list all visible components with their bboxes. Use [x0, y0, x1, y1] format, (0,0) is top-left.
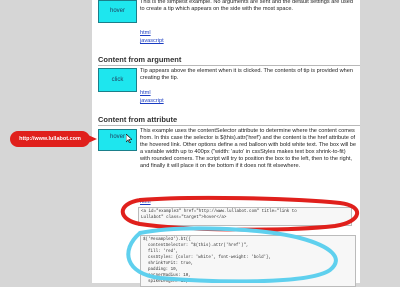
javascript-link[interactable]: javascript	[140, 98, 164, 104]
section-description: This is the simplest example. No argumen…	[140, 0, 353, 12]
tooltip-bubble: http://www.lullabot.com	[10, 131, 90, 147]
section-description: Tip appears above the element when it is…	[140, 68, 353, 81]
section-title: Content from attribute	[98, 115, 360, 126]
html-link[interactable]: html	[140, 199, 151, 205]
section-title: Content from argument	[98, 55, 360, 66]
click-target-box[interactable]: click	[98, 68, 137, 92]
tooltip-spike	[88, 135, 97, 143]
javascript-code-snippet: $('#example3').bt({ contentSelector: "$(…	[140, 235, 356, 287]
hover-target-box[interactable]: hover	[98, 0, 137, 23]
html-link[interactable]: html	[140, 90, 151, 96]
javascript-link[interactable]: javascript	[140, 38, 164, 44]
html-link[interactable]: html	[140, 30, 151, 36]
section-description: This example uses the contentSelector at…	[140, 128, 357, 169]
mouse-cursor-icon	[126, 134, 132, 143]
html-code-snippet: <a id="example3" href="http://www.lullab…	[138, 207, 352, 226]
